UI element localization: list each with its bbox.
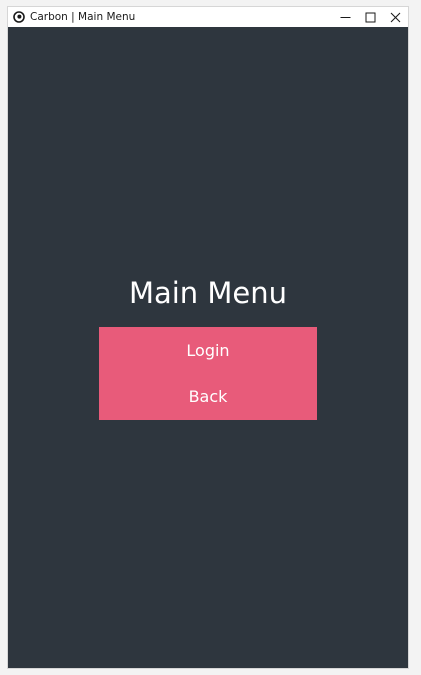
maximize-icon[interactable] <box>358 7 383 27</box>
page-title: Main Menu <box>128 276 288 310</box>
window-controls <box>333 7 408 27</box>
app-window: Carbon | Main Menu Main Menu Login Back <box>8 7 408 668</box>
title-bar[interactable]: Carbon | Main Menu <box>8 7 408 27</box>
menu-panel: Login Back <box>99 327 317 420</box>
login-button[interactable]: Login <box>99 327 317 373</box>
close-icon[interactable] <box>383 7 408 27</box>
back-button[interactable]: Back <box>99 373 317 419</box>
minimize-icon[interactable] <box>333 7 358 27</box>
main-content: Main Menu Login Back <box>8 27 408 668</box>
app-logo-icon <box>12 11 25 24</box>
window-title: Carbon | Main Menu <box>30 11 136 23</box>
